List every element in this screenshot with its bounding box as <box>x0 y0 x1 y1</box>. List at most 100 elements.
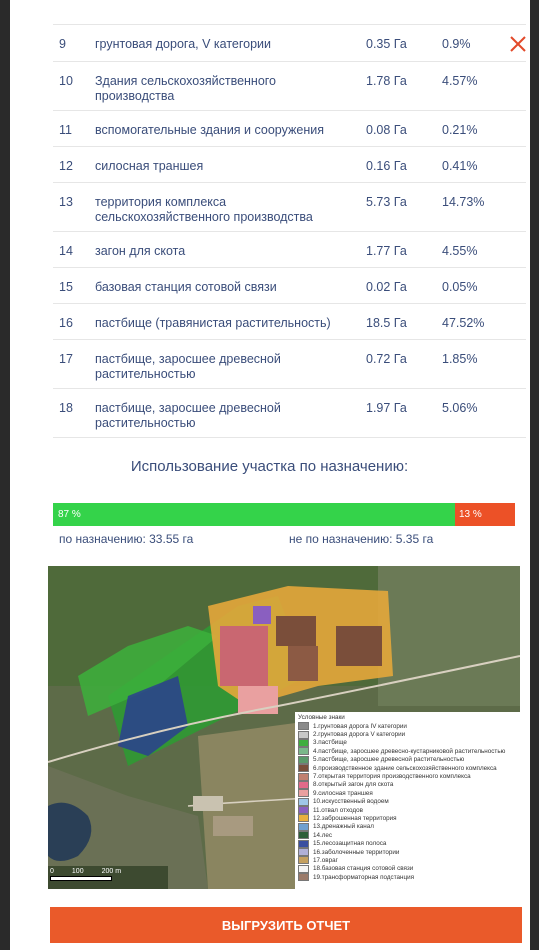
row-area: 0.35 Га <box>366 37 407 51</box>
row-land-type: базовая станция сотовой связи <box>95 280 277 294</box>
row-percent: 5.06% <box>442 401 478 415</box>
row-land-type: пастбище (травянистая растительность) <box>95 316 331 330</box>
legend-swatch <box>298 780 309 789</box>
table-row: 9 грунтовая дорога, V категории 0.35 Га 0.9… <box>53 24 526 61</box>
in-purpose-bar: 87 % <box>53 503 455 526</box>
legend-swatch <box>298 873 309 882</box>
row-number: 12 <box>59 159 73 173</box>
row-percent: 1.85% <box>442 352 478 366</box>
scale-label: 0 <box>50 868 54 875</box>
row-land-type: пастбище, заросшее древесной растительно… <box>95 352 281 381</box>
legend-item: 15.лесозащитная полоса <box>298 839 517 848</box>
row-land-type: силосная траншея <box>95 159 204 173</box>
table-row: 17 пастбище, заросшее древесной раститель… <box>53 339 526 388</box>
row-percent: 0.41% <box>442 159 478 173</box>
legend-swatch <box>298 797 309 806</box>
legend-swatch <box>298 806 309 815</box>
legend-item: 16.заболоченные территории <box>298 848 517 857</box>
legend-label: 7.открытая территория производственного … <box>313 773 471 781</box>
legend-swatch <box>298 839 309 848</box>
legend-label: 14.лес <box>313 831 333 839</box>
legend-item: 4.пастбище, заросшее древесно-кустарнико… <box>298 747 517 756</box>
legend-label: 6.производственное здание сельскохозяйст… <box>313 764 497 772</box>
legend-item: 17.овраг <box>298 856 517 865</box>
legend-item: 12.заброшенная территория <box>298 814 517 823</box>
table-row: 10 Здания сельскохозяйственного производс… <box>53 61 526 110</box>
export-report-button[interactable]: ВЫГРУЗИТЬ ОТЧЕТ <box>50 907 522 943</box>
report-modal: 9 грунтовая дорога, V категории 0.35 Га 0.9… <box>10 0 530 950</box>
legend-swatch <box>298 822 309 831</box>
legend-label: 10.искусственный водоем <box>313 798 389 806</box>
legend-label: 3.пастбище <box>313 739 347 747</box>
row-number: 10 <box>59 74 73 88</box>
row-area: 1.77 Га <box>366 244 407 258</box>
legend-item: 2.грунтовая дорога V категории <box>298 730 517 739</box>
legend-item: 14.лес <box>298 831 517 840</box>
legend-item: 19.трансформаторная подстанция <box>298 873 517 882</box>
row-percent: 4.55% <box>442 244 478 258</box>
legend-item: 13.дренажный канал <box>298 822 517 831</box>
row-land-type: грунтовая дорога, V категории <box>95 37 272 51</box>
legend-item: 3.пастбище <box>298 738 517 747</box>
legend-item: 1.грунтовая дорога IV категории <box>298 722 517 731</box>
table-row: 11 вспомогательные здания и сооружения 0.0… <box>53 110 526 146</box>
row-percent: 4.57% <box>442 74 478 88</box>
legend-item: 7.открытая территория производственного … <box>298 772 517 781</box>
legend-item: 11.отвал отходов <box>298 806 517 815</box>
legend-swatch <box>298 764 309 773</box>
row-land-type: пастбище, заросшее древесной растительно… <box>95 401 281 430</box>
row-area: 0.08 Га <box>366 123 407 137</box>
table-row: 14 загон для скота 1.77 Га 4.55% <box>53 231 526 267</box>
legend-label: 17.овраг <box>313 856 338 864</box>
row-percent: 0.9% <box>442 37 471 51</box>
legend-label: 19.трансформаторная подстанция <box>313 873 415 881</box>
usage-title: Использование участка по назначению: <box>130 458 409 475</box>
row-land-type: загон для скота <box>95 244 186 258</box>
legend-swatch <box>298 864 309 873</box>
usage-progress-bar: 87 % 13 % <box>53 503 515 526</box>
row-percent: 14.73% <box>442 195 485 209</box>
not-purpose-bar: 13 % <box>454 503 515 526</box>
map-scale-bar: 0 100 200 m <box>50 868 121 881</box>
scale-label: 200 m <box>101 868 122 875</box>
row-land-type: Здания сельскохозяйственного производств… <box>95 74 277 103</box>
legend-swatch <box>298 772 309 781</box>
row-area: 0.16 Га <box>366 159 407 173</box>
legend-label: 12.заброшенная территория <box>313 814 397 822</box>
table-row: 18 пастбище, заросшее древесной раститель… <box>53 388 526 438</box>
row-number: 14 <box>59 244 73 258</box>
row-percent: 0.21% <box>442 123 478 137</box>
legend-swatch <box>298 730 309 739</box>
row-land-type: вспомогательные здания и сооружения <box>95 123 324 137</box>
legend-label: 13.дренажный канал <box>313 823 374 831</box>
row-area: 0.02 Га <box>366 280 407 294</box>
table-row: 12 силосная траншея 0.16 Га 0.41% <box>53 146 526 182</box>
legend-swatch <box>298 747 309 756</box>
row-number: 15 <box>59 280 73 294</box>
row-area: 18.5 Га <box>366 316 407 330</box>
legend-swatch <box>298 738 309 747</box>
legend-label: 9.силосная траншея <box>313 789 373 797</box>
legend-swatch <box>298 856 309 865</box>
row-area: 1.78 Га <box>366 74 407 88</box>
legend-item: 8.открытый загон для скота <box>298 780 517 789</box>
row-land-type: территория комплекса сельскохозяйственно… <box>95 195 313 224</box>
table-row: 16 пастбище (травянистая растительность) 1… <box>53 303 526 339</box>
land-use-table: 9 грунтовая дорога, V категории 0.35 Га 0.9… <box>53 24 526 438</box>
row-area: 0.72 Га <box>366 352 407 366</box>
legend-title: Условные знаки <box>298 714 345 721</box>
map-legend: Условные знаки 1.грунтовая дорога IV кат… <box>295 712 520 889</box>
legend-label: 4.пастбище, заросшее древесно-кустарнико… <box>313 747 506 755</box>
row-number: 16 <box>59 316 73 330</box>
legend-label: 18.базовая станция сотовой связи <box>313 865 414 873</box>
legend-item: 5.пастбище, заросшее древесной раститель… <box>298 755 517 764</box>
legend-swatch <box>298 831 309 840</box>
legend-label: 11.отвал отходов <box>313 806 363 814</box>
table-row: 15 базовая станция сотовой связи 0.02 Га 0.… <box>53 267 526 303</box>
row-area: 1.97 Га <box>366 401 407 415</box>
legend-item: 10.искусственный водоем <box>298 797 517 806</box>
legend-label: 5.пастбище, заросшее древесной раститель… <box>313 756 465 764</box>
row-number: 11 <box>59 123 72 137</box>
legend-label: 16.заболоченные территории <box>313 848 400 856</box>
legend-label: 8.открытый загон для скота <box>313 781 394 789</box>
